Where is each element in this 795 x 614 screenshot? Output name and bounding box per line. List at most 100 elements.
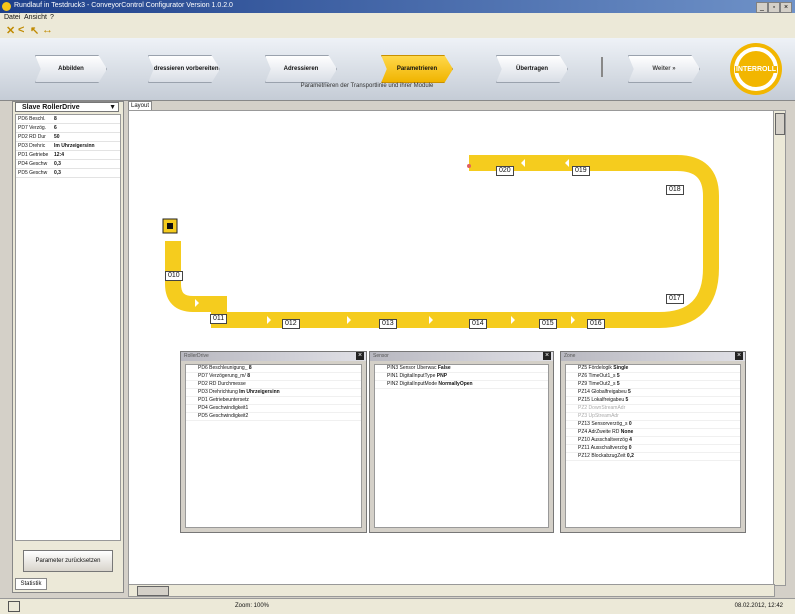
param-key: PZ5 Fördelogik [578,365,612,371]
param-key: PZ9 TimeOut2_s [578,381,616,387]
conveyor-track[interactable] [165,155,719,328]
param-key: PZ13 Sensorverzög_s [578,421,628,427]
menu-help[interactable]: ? [50,14,54,21]
param-key: PZ3 UpStreamAdr [578,413,619,419]
minimize-button[interactable]: _ [756,2,768,13]
table-row[interactable]: PZ6 TimeOut1_s 5 [566,373,740,381]
direction-arrows [195,159,575,324]
table-row[interactable]: PZ12 BlockabzugZeit 0,2 [566,453,740,461]
table-row[interactable]: PZ3 UpStreamAdr [566,413,740,421]
close-icon[interactable]: × [735,352,743,360]
param-value: 50 [54,134,60,140]
param-value: 8 [247,373,250,379]
step-parametrieren[interactable]: Parametrieren [381,55,453,83]
table-row[interactable]: PD1 Getriebeuntersetz [186,397,361,405]
table-row[interactable]: PD4 Geschwindigkeit1 [186,405,361,413]
segment-011[interactable]: 011 [210,314,228,324]
param-key: PD2 RD Dur [18,134,46,140]
list-item[interactable]: PD7 Verzög. 6 [16,124,120,133]
next-button[interactable]: Weiter » [628,55,700,83]
list-item[interactable]: PD5 Geschw 0,3 [16,169,120,178]
table-row[interactable]: PZ13 Sensorverzög_s 0 [566,421,740,429]
end-marker [467,164,471,168]
table-row[interactable]: PIN2 DigitalInputMode NormallyOpen [375,381,548,389]
maximize-button[interactable]: ▫ [768,2,780,13]
table-row[interactable]: PD5 Geschwindigkeit2 [186,413,361,421]
param-key: PD6 Beschleunigung_ [198,365,248,371]
step-abbilden[interactable]: Abbilden [35,55,107,83]
vertical-scrollbar[interactable] [773,110,786,586]
tab-statistik[interactable]: Statistik [15,578,47,590]
table-row[interactable]: PIN1 DigitalInputType PNP [375,373,548,381]
param-value: 0 [628,421,632,427]
table-row[interactable]: PD6 Beschleunigung_ 8 [186,365,361,373]
segment-015[interactable]: 015 [539,319,557,329]
list-item[interactable]: PD6 Beschl. 8 [16,115,120,124]
param-value: 4 [629,437,632,443]
tool-cross-icon[interactable]: ✕ [6,24,15,37]
status-datetime: 08.02.2012, 12:42 [734,603,783,609]
table-row[interactable]: PZ2 DownStreamAdr [566,405,740,413]
list-item[interactable]: PD3 Drehric Im Uhrzeigersinn [16,142,120,151]
list-item[interactable]: PD4 Geschw 0,3 [16,160,120,169]
param-value: 5 [616,381,620,387]
segment-018[interactable]: 018 [666,185,684,195]
parameter-list: PD6 Beschl. 8 PD7 Verzög. 6 PD2 RD Dur 50 P… [15,114,121,541]
segment-014[interactable]: 014 [469,319,487,329]
segment-017[interactable]: 017 [666,294,684,304]
left-panel: Slave RollerDrive ▼ PD6 Beschl. 8 PD7 Ver… [12,101,124,593]
tool-pointer-icon[interactable]: ↖ [30,24,39,37]
segment-019[interactable]: 019 [572,166,590,176]
table-row[interactable]: PD3 Drehrichtung Im Uhrzeigersinn [186,389,361,397]
step-adressieren[interactable]: Adressieren [265,55,337,83]
tool-arrow-left-icon[interactable]: < [18,24,24,36]
horizontal-scrollbar[interactable] [128,584,775,597]
param-key: PD4 Geschwindigkeit1 [198,405,249,411]
close-icon[interactable]: × [356,352,364,360]
param-value: 8 [54,116,57,122]
segment-010[interactable]: 010 [165,271,183,281]
step-subtitle: Parametrieren der Transportlinie und ihr… [300,83,434,89]
table-row[interactable]: PZ11 Ausschaltverzög 0 [566,445,740,453]
table-row[interactable]: PZ15 Lokalfreigabeu 5 [566,397,740,405]
segment-013[interactable]: 013 [379,319,397,329]
param-key: PZ10 Ausschaltverzög [578,437,628,443]
table-row[interactable]: PZ9 TimeOut2_s 5 [566,381,740,389]
table-row[interactable]: PZ10 Ausschaltverzög 4 [566,437,740,445]
menu-datei[interactable]: Datei [4,14,20,21]
param-key: PD5 Geschwindigkeit2 [198,413,249,419]
list-item[interactable]: PD2 RD Dur 50 [16,133,120,142]
reset-parameters-button[interactable]: Parameter zurücksetzen [23,550,113,572]
close-button[interactable]: × [780,2,792,13]
table-row[interactable]: PD7 Verzögerung_m/ 8 [186,373,361,381]
param-key: PZ4 AdrZweite RD [578,429,620,435]
slave-dropdown[interactable]: Slave RollerDrive ▼ [15,102,119,112]
segment-012[interactable]: 012 [282,319,300,329]
param-key: PD5 Geschw [18,170,48,176]
table-row[interactable]: PZ14 Globalfreigabeu 5 [566,389,740,397]
step-uebertragen[interactable]: Übertragen [496,55,568,83]
chevron-down-icon[interactable]: ▼ [109,103,116,113]
step-separator [601,57,603,77]
param-value: 5 [625,397,629,403]
quick-toolbar: ✕ < ↖ ↔ [0,23,795,39]
scroll-thumb[interactable] [775,113,785,135]
scroll-thumb[interactable] [137,586,169,596]
table-row[interactable]: PIN3 Sensor Überwac False [375,365,548,373]
param-key: PD7 Verzögerung_m/ [198,373,246,379]
tool-resize-icon[interactable]: ↔ [42,24,53,36]
logo-text: INTERROLL [734,65,778,73]
param-value: Single [613,365,629,371]
table-row[interactable]: PZ5 Fördelogik Single [566,365,740,373]
segment-016[interactable]: 016 [587,319,605,329]
step-adressieren-vorbereiten[interactable]: Adressieren vorbereiten [148,55,220,83]
close-icon[interactable]: × [543,352,551,360]
zone-properties-panel: Zone × PZ5 Fördelogik Single PZ6 TimeOut1… [560,351,746,533]
app-icon [2,2,11,11]
table-row[interactable]: PD2 RD Durchmesse [186,381,361,389]
table-row[interactable]: PZ4 AdrZweite RD None [566,429,740,437]
segment-020[interactable]: 020 [496,166,514,176]
param-key: PZ11 Ausschaltverzög [578,445,628,451]
list-item[interactable]: PD1 Getriebe 12:4 [16,151,120,160]
menu-ansicht[interactable]: Ansicht [24,14,47,21]
